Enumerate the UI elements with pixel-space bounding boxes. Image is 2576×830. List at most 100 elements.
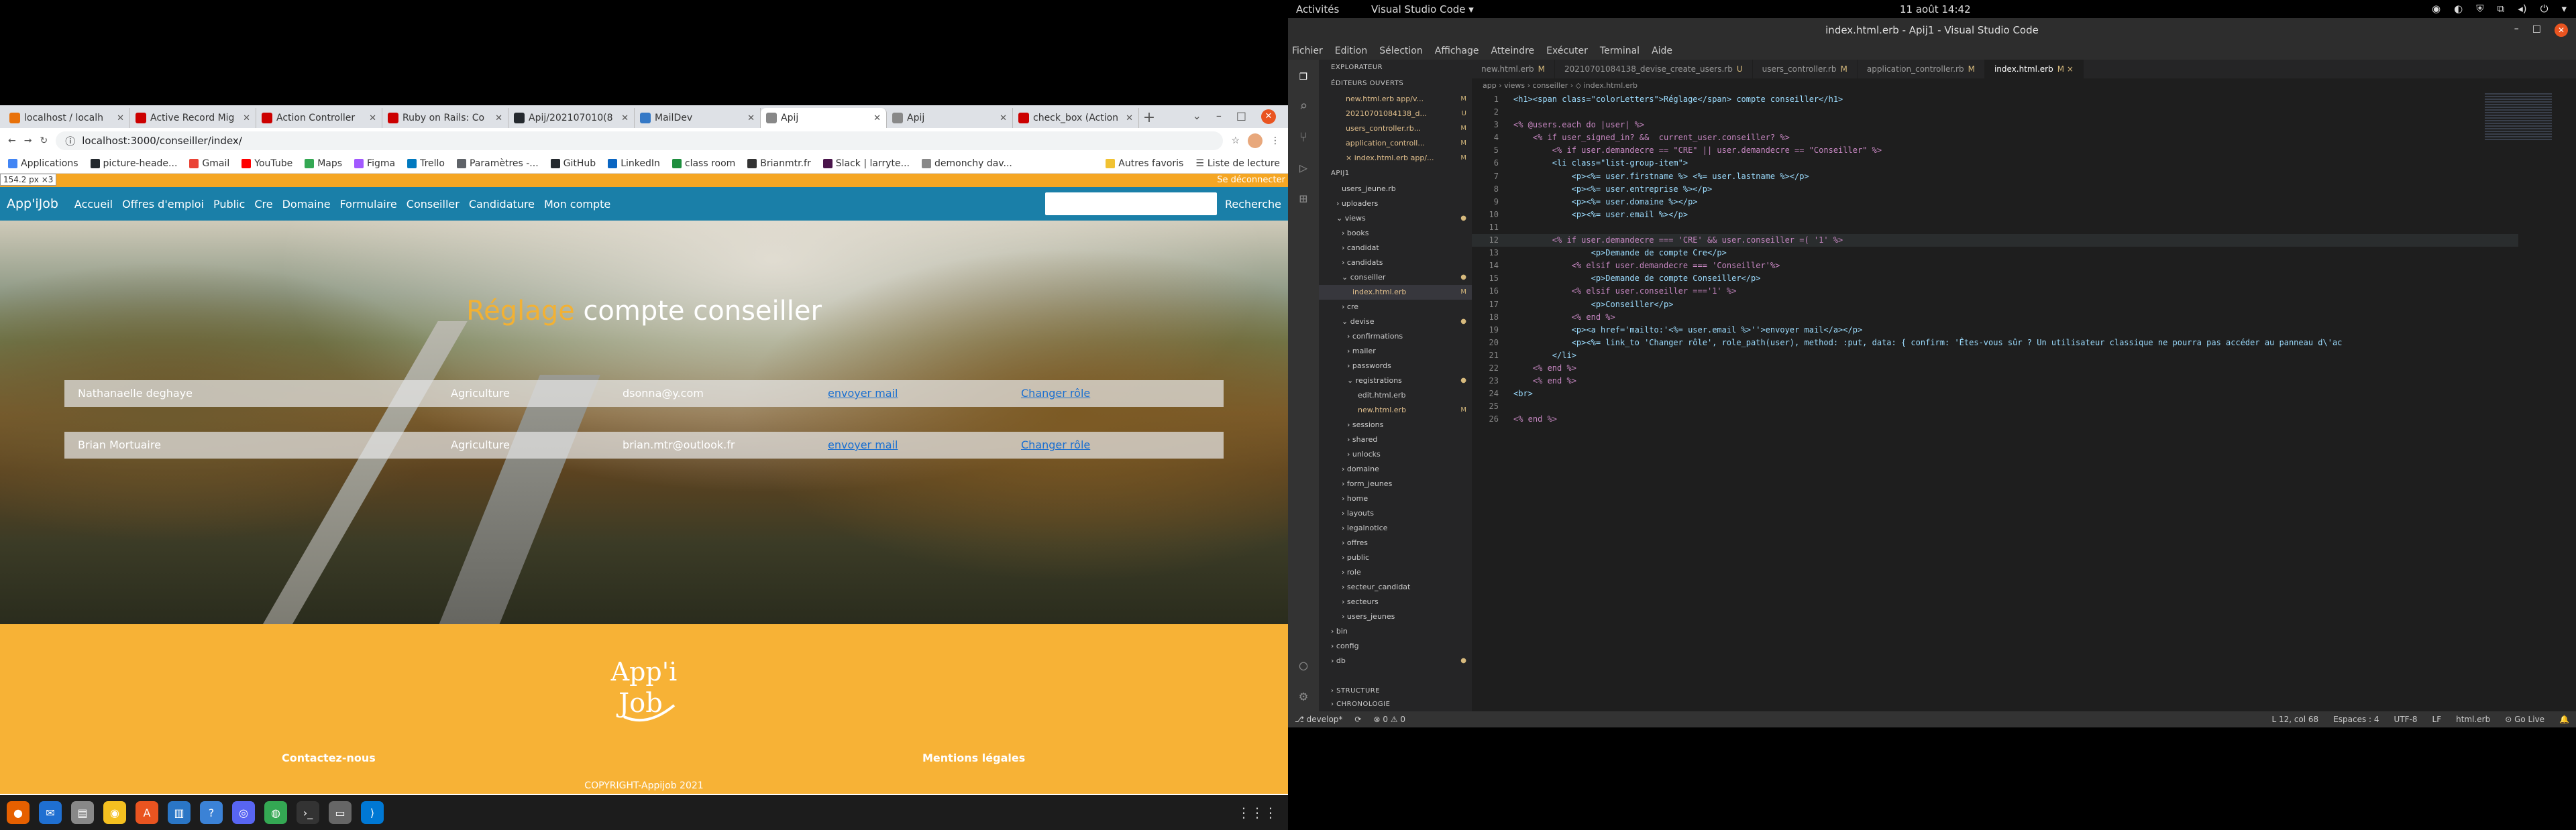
- indentation-status[interactable]: Espaces : 4: [2333, 715, 2379, 724]
- maximize-icon[interactable]: □: [1236, 109, 1246, 124]
- file-tree-item[interactable]: › passwords: [1319, 359, 1472, 373]
- file-tree-item[interactable]: ⌄ registrations ●: [1319, 373, 1472, 388]
- file-tree-item[interactable]: › candidats: [1319, 255, 1472, 270]
- chrome-icon[interactable]: ◍: [264, 801, 287, 824]
- run-debug-icon[interactable]: ▷: [1288, 152, 1319, 183]
- software-icon[interactable]: A: [136, 801, 158, 824]
- menu-item[interactable]: Terminal: [1600, 46, 1640, 56]
- new-tab-button[interactable]: +: [1139, 108, 1159, 128]
- browser-tab[interactable]: Ruby on Rails: Co ✕: [382, 108, 508, 128]
- branch-status[interactable]: ⎇ develop*: [1295, 715, 1342, 724]
- nav-link[interactable]: Domaine: [282, 198, 331, 211]
- help-icon[interactable]: ?: [200, 801, 223, 824]
- change-role-link[interactable]: Changer rôle: [1021, 387, 1090, 400]
- menu-item[interactable]: Fichier: [1292, 46, 1323, 56]
- tab-close-icon[interactable]: ✕: [1000, 113, 1007, 123]
- show-apps-icon[interactable]: ⋮⋮⋮: [1237, 805, 1277, 821]
- settings-gear-icon[interactable]: ⚙: [1288, 680, 1319, 711]
- file-tree-item[interactable]: users_jeune.rb: [1319, 182, 1472, 196]
- nav-link[interactable]: Candidature: [469, 198, 535, 211]
- tab-close-icon[interactable]: ✕: [369, 113, 376, 123]
- volume-icon[interactable]: ◂): [2518, 3, 2526, 15]
- file-tree-item[interactable]: › users_jeunes: [1319, 609, 1472, 624]
- cursor-position[interactable]: L 12, col 68: [2271, 715, 2318, 724]
- bookmark-item[interactable]: Gmail: [189, 158, 229, 169]
- browser-tab[interactable]: Action Controller ✕: [256, 108, 382, 128]
- appijob-logo[interactable]: App'i Job: [600, 642, 688, 729]
- contact-link[interactable]: Contactez-nous: [282, 752, 376, 764]
- legal-link[interactable]: Mentions légales: [922, 752, 1025, 764]
- file-tree-item[interactable]: › public: [1319, 550, 1472, 565]
- extensions-icon[interactable]: ⊞: [1288, 183, 1319, 214]
- nav-link[interactable]: Conseiller: [407, 198, 460, 211]
- file-tree-item[interactable]: › books: [1319, 226, 1472, 241]
- open-editor-item[interactable]: users_controller.rb... M: [1319, 121, 1472, 136]
- send-mail-link[interactable]: envoyer mail: [828, 438, 898, 451]
- source-control-icon[interactable]: ⑂: [1288, 121, 1319, 152]
- file-tree-item[interactable]: › db ●: [1319, 654, 1472, 668]
- brand-link[interactable]: App'iJob: [7, 196, 58, 211]
- file-tree-item[interactable]: › shared: [1319, 432, 1472, 447]
- file-tree-item[interactable]: edit.html.erb: [1319, 388, 1472, 403]
- file-tree-item[interactable]: › sessions: [1319, 418, 1472, 432]
- minimize-icon[interactable]: –: [2514, 23, 2519, 37]
- editor-tab[interactable]: users_controller.rb M: [1753, 60, 1858, 78]
- notifications-icon[interactable]: 🔔: [2559, 715, 2569, 724]
- menu-item[interactable]: Exécuter: [1546, 46, 1588, 56]
- problems-status[interactable]: ⊗ 0 ⚠ 0: [1373, 715, 1405, 724]
- discord-tray-icon[interactable]: ◉: [2432, 3, 2440, 15]
- bookmark-item[interactable]: Trello: [407, 158, 445, 169]
- code-view[interactable]: 1 <h1><span class="colorLetters">Réglage<…: [1472, 93, 2518, 426]
- browser-tab[interactable]: check_box (Action ✕: [1013, 108, 1139, 128]
- file-tree-item[interactable]: › mailer: [1319, 344, 1472, 359]
- change-role-link[interactable]: Changer rôle: [1021, 438, 1090, 451]
- forward-icon[interactable]: →: [24, 135, 32, 146]
- vpn-tray-icon[interactable]: ⛨: [2476, 3, 2483, 15]
- nav-link[interactable]: Formulaire: [340, 198, 397, 211]
- file-tree-item[interactable]: ⌄ conseiller ●: [1319, 270, 1472, 285]
- file-tree-item[interactable]: › layouts: [1319, 506, 1472, 521]
- nav-link[interactable]: Offres d'emploi: [122, 198, 204, 211]
- close-icon[interactable]: ✕: [1261, 109, 1276, 124]
- browser-tab[interactable]: Active Record Mig ✕: [130, 108, 256, 128]
- bookmark-item[interactable]: demonchy dav...: [921, 158, 1012, 169]
- search-icon[interactable]: ⌕: [1288, 91, 1319, 121]
- menu-item[interactable]: Affichage: [1435, 46, 1479, 56]
- bookmark-item[interactable]: Applications: [8, 158, 78, 169]
- breadcrumb[interactable]: app › views › conseiller › ◇ index.html.…: [1472, 78, 2576, 93]
- rhythmbox-icon[interactable]: ◉: [103, 801, 126, 824]
- minimap[interactable]: [2485, 93, 2552, 140]
- file-tree-item[interactable]: › home: [1319, 491, 1472, 506]
- bookmark-item[interactable]: Brianmtr.fr: [747, 158, 811, 169]
- audio-tray-icon[interactable]: ◐: [2454, 3, 2463, 15]
- open-editors-header[interactable]: ÉDITEURS OUVERTS: [1319, 76, 1472, 92]
- files-icon[interactable]: ▤: [71, 801, 94, 824]
- nav-link[interactable]: Public: [213, 198, 245, 211]
- menu-item[interactable]: Aide: [1652, 46, 1672, 56]
- search-input[interactable]: [1044, 192, 1217, 215]
- browser-tab[interactable]: Apij ✕: [761, 108, 887, 128]
- tab-close-icon[interactable]: ✕: [117, 113, 124, 123]
- open-editor-item[interactable]: application_controll... M: [1319, 136, 1472, 151]
- sync-icon[interactable]: ⟳: [1354, 715, 1361, 724]
- terminal-icon[interactable]: ›_: [297, 801, 319, 824]
- encoding-status[interactable]: UTF-8: [2394, 715, 2418, 724]
- bookmark-item[interactable]: Maps: [305, 158, 342, 169]
- file-tree-item[interactable]: › offres: [1319, 536, 1472, 550]
- firefox-icon[interactable]: ●: [7, 801, 30, 824]
- bookmark-item[interactable]: class room: [672, 158, 735, 169]
- project-header[interactable]: APIJ1: [1319, 166, 1472, 182]
- file-tree-item[interactable]: › domaine: [1319, 462, 1472, 477]
- bookmark-item[interactable]: Slack | larryte...: [822, 158, 910, 169]
- file-tree-item[interactable]: › secteurs: [1319, 595, 1472, 609]
- file-tree-item[interactable]: › candidat: [1319, 241, 1472, 255]
- thunderbird-icon[interactable]: ✉: [39, 801, 62, 824]
- tab-close-icon[interactable]: ✕: [243, 113, 250, 123]
- file-tree-item[interactable]: › secteur_candidat: [1319, 580, 1472, 595]
- file-tree-item[interactable]: › cre: [1319, 300, 1472, 314]
- back-icon[interactable]: ←: [8, 135, 16, 146]
- tab-search-icon[interactable]: ⌄: [1192, 109, 1201, 124]
- tab-close-icon[interactable]: ✕: [1126, 113, 1133, 123]
- browser-tab[interactable]: Apij/202107010(8 ✕: [508, 108, 635, 128]
- search-button[interactable]: Recherche: [1225, 198, 1281, 211]
